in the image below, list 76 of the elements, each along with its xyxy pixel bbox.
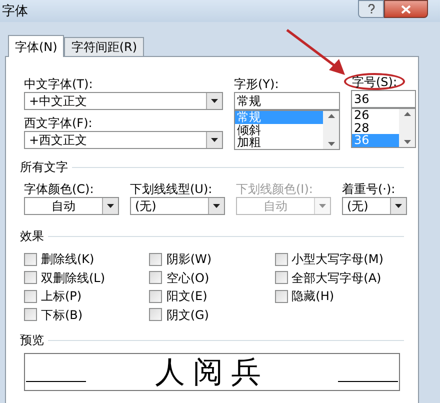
field-label: 字形(Y): — [234, 76, 280, 92]
checkbox[interactable] — [24, 290, 37, 303]
section-heading: 预览 — [20, 332, 44, 349]
arrow-icon — [285, 28, 347, 76]
tab[interactable]: 字体(N) — [8, 35, 64, 57]
scrollbar[interactable] — [399, 109, 415, 147]
scroll-down-icon[interactable] — [404, 140, 410, 144]
checkbox[interactable] — [149, 308, 162, 322]
dropdown-field[interactable]: 自动 — [24, 197, 119, 215]
dropdown-value: (无) — [346, 200, 370, 212]
dropdown-value: +西文正文 — [28, 134, 88, 146]
checkbox-label: 阴文(G) — [166, 306, 209, 324]
caret-icon — [107, 204, 114, 208]
checkbox-label: 全部大写字母(A) — [292, 270, 382, 287]
field-label: 下划线颜色(I): — [236, 181, 314, 197]
caret-icon — [211, 99, 218, 103]
dropdown-value: (无) — [134, 200, 158, 212]
checkbox[interactable] — [274, 252, 288, 266]
checkbox[interactable] — [149, 252, 162, 266]
checkbox[interactable] — [274, 271, 288, 284]
dropdown-value: 自动 — [50, 200, 76, 212]
field-label: 中文字体(T): — [24, 76, 94, 92]
field-label: 下划线线型(U): — [130, 181, 214, 197]
list-item[interactable]: 26 — [352, 109, 399, 122]
dropdown-field[interactable]: (无) — [342, 197, 407, 215]
dropdown-field[interactable]: (无) — [130, 197, 225, 215]
checkbox-label: 阳文(E) — [166, 288, 208, 306]
section-heading: 效果 — [20, 228, 44, 245]
checkbox[interactable] — [149, 290, 162, 303]
window-title: 字体 — [1, 3, 28, 21]
list-item[interactable]: 28 — [352, 122, 399, 134]
checkbox-label: 删除线(K) — [41, 251, 94, 268]
close-icon — [401, 4, 411, 14]
help-button[interactable] — [358, 0, 384, 18]
dropdown-button[interactable] — [206, 93, 222, 109]
close-button[interactable] — [384, 0, 428, 18]
scroll-up-icon[interactable] — [328, 114, 334, 118]
dropdown-value: +中文正文 — [28, 95, 88, 107]
dropdown-button[interactable] — [206, 132, 222, 148]
dropdown-button[interactable] — [102, 198, 118, 214]
checkbox-label: 空心(O) — [166, 270, 210, 287]
caret-icon — [211, 138, 218, 142]
scrollbar[interactable] — [323, 111, 339, 149]
list-item[interactable]: 加粗 — [235, 136, 323, 149]
field-label: 字体颜色(C): — [24, 181, 95, 197]
tab[interactable]: 字符间距(R) — [64, 37, 144, 56]
field-label: 西文字体(F): — [24, 115, 94, 131]
list-item[interactable]: 倾斜 — [235, 124, 323, 136]
checkbox-label: 下标(B) — [41, 306, 83, 324]
checkbox-label: 隐藏(H) — [292, 288, 334, 306]
dropdown-button[interactable] — [208, 198, 224, 214]
section-heading: 所有文字 — [20, 159, 68, 176]
field-label: 字号(S): — [344, 73, 406, 90]
scroll-down-icon[interactable] — [328, 142, 334, 146]
dropdown-value: 自动 — [262, 200, 288, 212]
field-label: 着重号(·): — [342, 181, 396, 197]
checkbox-label: 阴影(W) — [166, 251, 212, 268]
input-field[interactable]: 36 — [351, 90, 416, 108]
checkbox[interactable] — [24, 271, 37, 284]
checkbox-label: 小型大写字母(M) — [292, 251, 384, 268]
caret-icon — [213, 204, 220, 208]
dropdown-field[interactable]: +中文正文 — [24, 92, 223, 110]
preview-text: 人阅兵 — [155, 356, 269, 390]
checkbox-label: 上标(P) — [41, 288, 82, 306]
dropdown-field[interactable]: +西文正文 — [24, 131, 223, 149]
dropdown-button[interactable] — [390, 198, 406, 214]
checkbox[interactable] — [149, 271, 162, 284]
checkbox-label: 双删除线(L) — [41, 270, 106, 287]
checkbox[interactable] — [24, 308, 37, 322]
scroll-up-icon[interactable] — [404, 112, 410, 116]
caret-icon — [319, 204, 326, 208]
caret-icon — [395, 204, 402, 208]
checkbox[interactable] — [24, 252, 37, 266]
input-field[interactable]: 常规 — [234, 92, 340, 110]
help-icon — [368, 4, 374, 14]
checkbox[interactable] — [274, 290, 288, 303]
